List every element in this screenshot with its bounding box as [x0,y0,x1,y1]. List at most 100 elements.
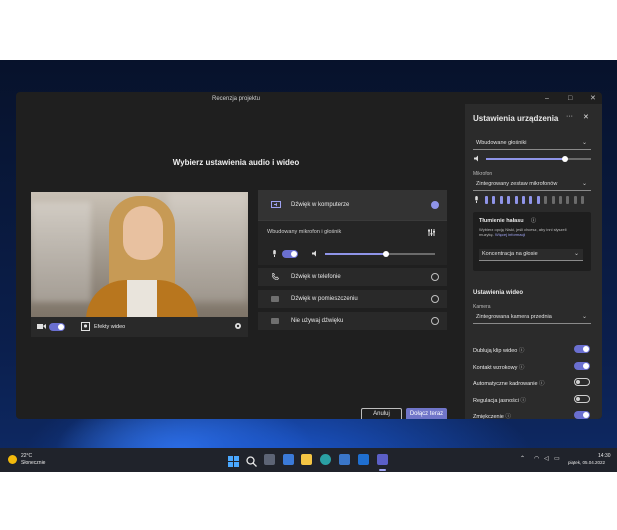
cancel-button[interactable]: Anuluj [361,408,402,419]
noise-title: Tłumienie hałasu [479,218,524,224]
toggle-label: Regulacja jasności ⓘ [473,397,526,404]
device-summary: Wbudowany mikrofon i głośnik [267,229,342,235]
audio-option-phone[interactable]: Dźwięk w telefonie [258,268,447,286]
noise-suppression-card: Tłumienie hałasu ⓘ Wybierz opcję Niski, … [473,212,591,271]
radio-phone[interactable] [431,273,439,281]
weather-desc[interactable]: Słonecznie [21,460,45,466]
audio-option-computer[interactable]: Dźwięk w komputerze [258,190,447,220]
video-controls-bar: Efekty wideo [31,317,248,337]
noise-suppression-select[interactable]: Koncentracja na głosie ⌄ [479,249,583,261]
mic-level-bar [551,196,555,204]
store-icon[interactable] [339,454,350,465]
camera-toggle[interactable] [49,323,65,331]
join-now-button[interactable]: Dołącz teraz [406,408,447,419]
no-audio-icon [271,318,279,324]
speaker-volume-knob[interactable] [382,251,389,257]
radio-room[interactable] [431,295,439,303]
audio-option-label: Dźwięk w pomieszczeniu [291,296,358,302]
speaker-icon [312,250,316,257]
camera-select[interactable]: Zintegrowana kamera przednia ⌄ [473,312,591,324]
audio-option-label: Nie używaj dźwięku [291,318,344,324]
taskbar: 22°C Słonecznie ⌃ ◠ ◁ ▭ 14:30 piątek, 05… [0,448,617,472]
mic-level-bar [566,196,570,204]
chevron-down-icon: ⌄ [581,140,587,146]
battery-icon[interactable]: ▭ [554,455,560,462]
speaker-select-value: Wbudowane głośniki [476,140,527,146]
mic-level-bar [514,196,518,204]
phone-icon [272,273,279,280]
mic-level-bar [529,196,533,204]
audio-option-none[interactable]: Nie używaj dźwięku [258,312,447,330]
chevron-down-icon: ⌄ [581,181,587,187]
camera-preview [31,192,248,317]
weather-temp[interactable]: 22°C [21,453,32,459]
chevron-up-icon[interactable]: ⌃ [520,455,525,462]
volume-icon[interactable]: ◁ [544,455,549,462]
noise-description: Wybierz opcję Niski, jeśli chcesz, aby i… [479,227,567,237]
teams-prejoin-window: Recenzja projektu – □ ✕ Wybierz ustawien… [16,92,602,419]
clock-time[interactable]: 14:30 [598,453,611,459]
info-icon[interactable]: ⓘ [519,348,525,354]
microphone-toggle[interactable] [282,250,298,258]
chevron-down-icon: ⌄ [573,251,579,257]
info-icon[interactable]: ⓘ [505,414,511,419]
file-explorer-icon[interactable] [301,454,312,465]
info-icon[interactable]: ⓘ [539,381,545,387]
room-audio-icon [271,296,279,302]
noise-select-value: Koncentracja na głosie [482,251,538,257]
teams-icon[interactable] [377,454,388,465]
setting-toggle[interactable] [574,361,590,370]
search-icon[interactable] [246,454,257,467]
mic-level-bar [536,196,540,204]
chevron-down-icon: ⌄ [581,314,587,320]
info-icon[interactable]: ⓘ [531,217,536,224]
panel-title: Ustawienia urządzenia [473,114,559,123]
setting-toggle[interactable] [574,378,590,386]
mic-level-bar [522,196,525,204]
clock-date[interactable]: piątek, 05.04.2022 [568,460,605,465]
more-options-button[interactable]: ··· [566,113,573,120]
edge-icon[interactable] [320,454,331,465]
settings-sliders-icon[interactable] [428,229,435,236]
speaker-select[interactable]: Wbudowane głośniki ⌄ [473,138,591,150]
mic-level-bar [581,196,585,204]
window-title: Recenzja projektu [211,96,261,102]
microphone-icon [273,250,276,257]
info-icon[interactable]: ⓘ [519,365,525,371]
gear-icon[interactable] [234,322,242,330]
wifi-icon[interactable]: ◠ [534,455,539,462]
setting-toggle[interactable] [574,394,590,403]
radio-computer-selected[interactable] [431,201,439,209]
audio-option-room[interactable]: Dźwięk w pomieszczeniu [258,290,447,308]
audio-option-label: Dźwięk w telefonie [291,274,341,280]
outlook-icon[interactable] [358,454,369,465]
start-icon[interactable] [228,454,239,467]
radio-none[interactable] [431,317,439,325]
camera-label: Kamera [473,304,491,310]
microphone-select[interactable]: Zintegrowany zestaw mikrofonów ⌄ [473,179,591,191]
speaker-volume-fill [325,253,386,255]
mic-level-bar [499,196,503,204]
toggle-label: Zmiękczenie ⓘ [473,414,511,419]
toggle-label: Automatyczne kadrowanie ⓘ [473,381,545,387]
audio-option-label: Dźwięk w komputerze [291,202,350,208]
mic-level-bar [544,196,548,204]
info-icon[interactable]: ⓘ [520,398,526,404]
panel-speaker-volume-knob[interactable] [561,156,568,162]
microphone-select-value: Zintegrowany zestaw mikrofonów [476,181,558,187]
setting-toggle[interactable] [574,345,590,353]
device-settings-panel: Ustawienia urządzenia ··· ✕ Wbudowane gł… [465,104,602,419]
more-info-link[interactable]: Więcej informacji [495,232,525,237]
setting-toggle[interactable] [574,411,590,419]
widgets-icon[interactable] [283,454,294,465]
video-effects-label[interactable]: Efekty wideo [94,324,125,330]
camera-icon [37,324,46,329]
computer-audio-icon [271,201,281,208]
task-view-icon[interactable] [264,454,275,465]
camera-select-value: Zintegrowana kamera przednia [476,314,552,320]
device-summary-row: Wbudowany mikrofon i głośnik [258,220,447,265]
close-panel-button[interactable]: ✕ [583,113,589,121]
speaker-icon [474,155,478,162]
panel-speaker-volume-slider[interactable] [486,156,591,162]
speaker-volume-slider[interactable] [325,251,435,257]
